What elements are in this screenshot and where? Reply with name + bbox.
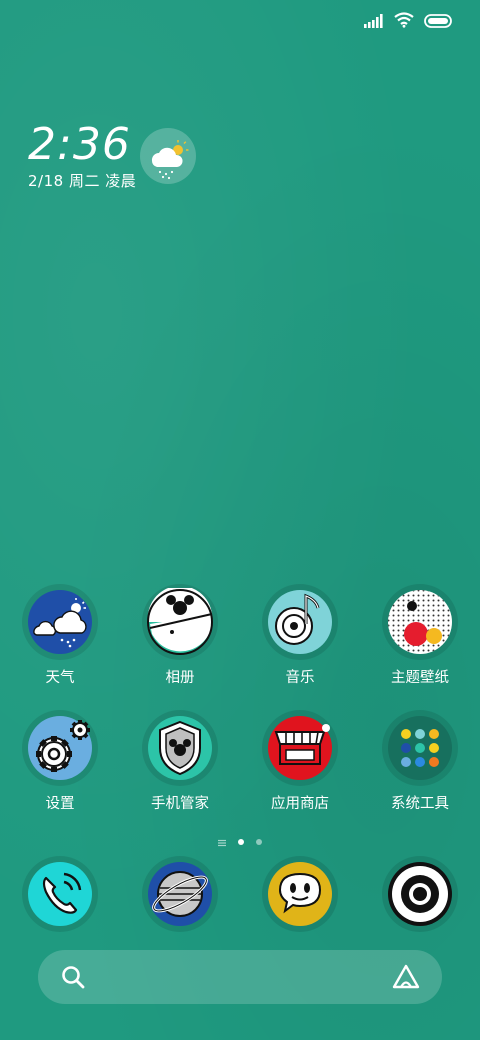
app-label: 音乐 bbox=[285, 670, 315, 686]
app-settings[interactable]: 设置 bbox=[0, 710, 120, 813]
app-label: 天气 bbox=[45, 670, 75, 686]
security-icon bbox=[142, 710, 218, 786]
music-icon bbox=[262, 584, 338, 660]
app-gallery[interactable]: 相册 bbox=[120, 584, 240, 687]
app-security[interactable]: 手机管家 bbox=[120, 710, 240, 813]
dock-camera[interactable] bbox=[360, 856, 480, 932]
page-dot-active bbox=[238, 838, 244, 845]
page-indicator[interactable] bbox=[0, 832, 480, 851]
app-label: 应用商店 bbox=[271, 796, 329, 812]
weather-widget[interactable] bbox=[140, 128, 196, 184]
search-icon[interactable] bbox=[60, 964, 86, 994]
status-bar bbox=[0, 0, 480, 40]
gallery-icon bbox=[142, 584, 218, 660]
browser-icon bbox=[142, 856, 218, 932]
app-themes[interactable]: 主题壁纸 bbox=[360, 584, 480, 687]
assistant-icon[interactable] bbox=[392, 964, 420, 994]
app-music[interactable]: 音乐 bbox=[240, 584, 360, 687]
battery-icon bbox=[424, 13, 454, 32]
themes-icon bbox=[382, 584, 458, 660]
app-label: 设置 bbox=[45, 796, 75, 812]
dock-messages[interactable] bbox=[240, 856, 360, 932]
search-bar[interactable] bbox=[38, 950, 442, 1004]
phone-icon bbox=[22, 856, 98, 932]
dock-browser[interactable] bbox=[120, 856, 240, 932]
page-dot bbox=[256, 838, 262, 845]
app-system-tools-folder[interactable]: 系统工具 bbox=[360, 710, 480, 813]
weather-icon bbox=[22, 584, 98, 660]
wifi-icon bbox=[394, 12, 414, 32]
clock-time: 2:36 bbox=[28, 119, 131, 170]
system-tools-folder-icon bbox=[382, 710, 458, 786]
camera-icon bbox=[382, 856, 458, 932]
settings-icon bbox=[22, 710, 98, 786]
signal-icon bbox=[364, 13, 384, 32]
app-store[interactable]: 应用商店 bbox=[240, 710, 360, 813]
app-label: 主题壁纸 bbox=[391, 670, 449, 686]
app-label: 相册 bbox=[165, 670, 195, 686]
app-grid-row-2: 设置 手机管家 应用商店 系统工具 bbox=[0, 710, 480, 813]
app-label: 手机管家 bbox=[151, 796, 209, 812]
app-store-icon bbox=[262, 710, 338, 786]
app-label: 系统工具 bbox=[391, 796, 449, 812]
dock bbox=[0, 856, 480, 932]
dock-phone[interactable] bbox=[0, 856, 120, 932]
status-icons bbox=[364, 12, 454, 32]
app-weather[interactable]: 天气 bbox=[0, 584, 120, 687]
clock-widget[interactable]: 2:36 2/18 周二 凌晨 bbox=[28, 122, 136, 191]
clock-date: 2/18 周二 凌晨 bbox=[28, 172, 137, 190]
messages-icon bbox=[262, 856, 338, 932]
page-indicator-menu-icon bbox=[218, 832, 226, 851]
snow-cloud-sun-icon bbox=[140, 140, 196, 188]
app-grid-row-1: 天气 相册 音乐 主题壁纸 bbox=[0, 584, 480, 687]
